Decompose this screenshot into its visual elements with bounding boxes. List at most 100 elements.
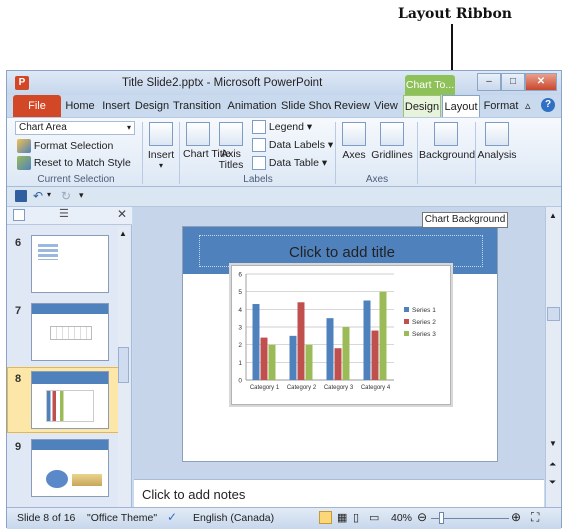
previous-slide-icon[interactable]: ⏶ xyxy=(549,459,556,470)
thumbnail-image xyxy=(72,474,102,486)
normal-view-icon[interactable] xyxy=(319,511,332,524)
insert-button[interactable]: Insert ▾ xyxy=(147,122,175,170)
minimize-ribbon-icon[interactable]: ▵ xyxy=(525,99,531,112)
scroll-up-icon[interactable]: ▲ xyxy=(119,229,127,238)
legend-swatch xyxy=(404,319,409,324)
legend-swatch xyxy=(404,307,409,312)
notes-placeholder: Click to add notes xyxy=(142,487,246,502)
y-tick-label: 2 xyxy=(238,342,242,349)
chart-object[interactable]: 0 1 2 3 4 5 6 Category 1 Category 2 Category 3 Cat… xyxy=(231,265,451,405)
thumbnail-table xyxy=(50,326,92,340)
zoom-slider-thumb[interactable] xyxy=(439,512,444,524)
y-tick-label: 4 xyxy=(238,307,242,314)
legend-swatch xyxy=(404,331,409,336)
thumbnail-title-bar xyxy=(32,440,108,450)
close-pane-icon[interactable]: ✕ xyxy=(117,207,127,221)
next-slide-icon[interactable]: ⏷ xyxy=(549,477,556,488)
slide-sorter-icon[interactable]: ▦ xyxy=(337,511,347,524)
thumbnail-number: 9 xyxy=(15,441,22,453)
background-button[interactable]: Background xyxy=(419,122,475,161)
reset-to-match-style-button[interactable]: Reset to Match Style xyxy=(17,156,131,170)
title-bar: P Title Slide2.pptx - Microsoft PowerPoi… xyxy=(7,71,561,95)
bar-series-2 xyxy=(334,348,342,380)
slides-pane: ☰ ✕ 6 7 8 9 ▲ xyxy=(7,207,132,509)
legend-entry: Series 3 xyxy=(412,331,436,338)
tab-animations[interactable]: Animation xyxy=(225,95,279,117)
tab-home[interactable]: Home xyxy=(63,95,97,117)
bar-series-2 xyxy=(371,330,379,380)
insert-icon xyxy=(149,122,173,146)
help-icon[interactable]: ? xyxy=(541,98,555,112)
slides-pane-scrollbar[interactable]: ▲ xyxy=(118,227,130,507)
scrollbar-thumb[interactable] xyxy=(547,307,560,321)
axis-titles-button[interactable]: Axis Titles xyxy=(215,122,247,171)
slide-canvas: Click to add title 0 1 2 3 4 5 6 Category 1 Cate… xyxy=(182,226,498,462)
thumbnail-globe xyxy=(46,470,68,488)
window-title: Title Slide2.pptx - Microsoft PowerPoint xyxy=(122,77,323,89)
tab-design[interactable]: Design xyxy=(134,95,170,117)
scroll-down-icon[interactable]: ▼ xyxy=(549,439,557,448)
scrollbar-thumb[interactable] xyxy=(118,347,129,383)
zoom-out-icon[interactable]: ⊖ xyxy=(417,510,427,524)
analysis-button[interactable]: Analysis xyxy=(477,122,517,161)
maximize-button[interactable]: □ xyxy=(501,73,525,91)
tab-transitions[interactable]: Transition xyxy=(170,95,224,117)
chart-title-button[interactable]: Chart Title xyxy=(183,122,231,160)
x-tick-label: Category 1 xyxy=(250,385,280,391)
fit-to-window-icon[interactable]: ⛶ xyxy=(531,510,539,525)
group-label-labels: Labels xyxy=(243,174,273,185)
outline-tab-icon[interactable]: ☰ xyxy=(59,207,69,220)
quick-access-toolbar: ↶ ▾ ↻ ▾ xyxy=(7,187,561,207)
slide-show-view-icon[interactable]: ▭ xyxy=(369,511,379,524)
tab-view[interactable]: View xyxy=(371,95,401,117)
powerpoint-window: P Title Slide2.pptx - Microsoft PowerPoi… xyxy=(6,70,562,529)
language[interactable]: English (Canada) xyxy=(193,512,274,524)
close-button[interactable]: ✕ xyxy=(525,73,557,91)
tab-chart-layout[interactable]: Layout xyxy=(442,95,480,117)
customize-toolbar-icon[interactable]: ▾ xyxy=(79,190,84,201)
powerpoint-icon[interactable]: P xyxy=(15,76,29,90)
legend-button[interactable]: Legend ▾ xyxy=(252,120,312,134)
slide-thumbnail-7[interactable] xyxy=(31,303,109,361)
format-selection-button[interactable]: Format Selection xyxy=(17,139,113,153)
y-tick-label: 1 xyxy=(238,360,242,367)
tab-slide-show[interactable]: Slide Show xyxy=(281,95,331,117)
gridlines-button[interactable]: Gridlines xyxy=(371,122,413,161)
thumbnail-title-bar xyxy=(32,304,108,314)
redo-icon[interactable]: ↻ xyxy=(61,189,71,203)
data-table-button[interactable]: Data Table ▾ xyxy=(252,156,327,170)
undo-icon[interactable]: ↶ xyxy=(33,189,43,203)
chart-element-dropdown[interactable]: Chart Area ▾ xyxy=(15,121,135,135)
bar-series-1 xyxy=(252,304,260,380)
bar-series-2 xyxy=(260,337,268,380)
tab-chart-design[interactable]: Design xyxy=(403,95,441,117)
chevron-down-icon[interactable]: ▾ xyxy=(47,190,51,199)
thumbnail-number: 7 xyxy=(15,305,22,317)
tab-review[interactable]: Review xyxy=(333,95,371,117)
tab-chart-format[interactable]: Format xyxy=(481,95,521,117)
tab-insert[interactable]: Insert xyxy=(98,95,134,117)
slide-thumbnail-9[interactable] xyxy=(31,439,109,497)
reading-view-icon[interactable]: ▯ xyxy=(353,511,359,524)
data-labels-button[interactable]: Data Labels ▾ xyxy=(252,138,333,152)
notes-pane[interactable]: Click to add notes xyxy=(134,479,544,509)
bar-series-1 xyxy=(326,318,334,380)
slides-tab-icon[interactable] xyxy=(13,209,25,221)
tab-file[interactable]: File xyxy=(13,95,61,117)
save-icon[interactable] xyxy=(15,190,27,202)
bar-series-2 xyxy=(297,302,305,380)
chevron-down-icon: ▾ xyxy=(158,161,163,170)
zoom-level[interactable]: 40% xyxy=(391,512,412,524)
slide-thumbnail-8[interactable] xyxy=(31,371,109,429)
title-placeholder[interactable]: Click to add title xyxy=(199,235,483,267)
slide-thumbnail-6[interactable] xyxy=(31,235,109,293)
axes-button[interactable]: Axes xyxy=(339,122,369,161)
editor-vertical-scrollbar[interactable]: ▲ ▼ ⏶ ⏷ xyxy=(545,207,561,509)
spelling-check-icon[interactable]: ✓ xyxy=(167,510,177,524)
scroll-up-icon[interactable]: ▲ xyxy=(549,211,557,220)
group-separator xyxy=(142,122,143,184)
format-selection-label: Format Selection xyxy=(33,139,114,152)
minimize-button[interactable]: – xyxy=(477,73,501,91)
y-tick-label: 6 xyxy=(238,272,242,279)
zoom-in-icon[interactable]: ⊕ xyxy=(511,510,521,524)
